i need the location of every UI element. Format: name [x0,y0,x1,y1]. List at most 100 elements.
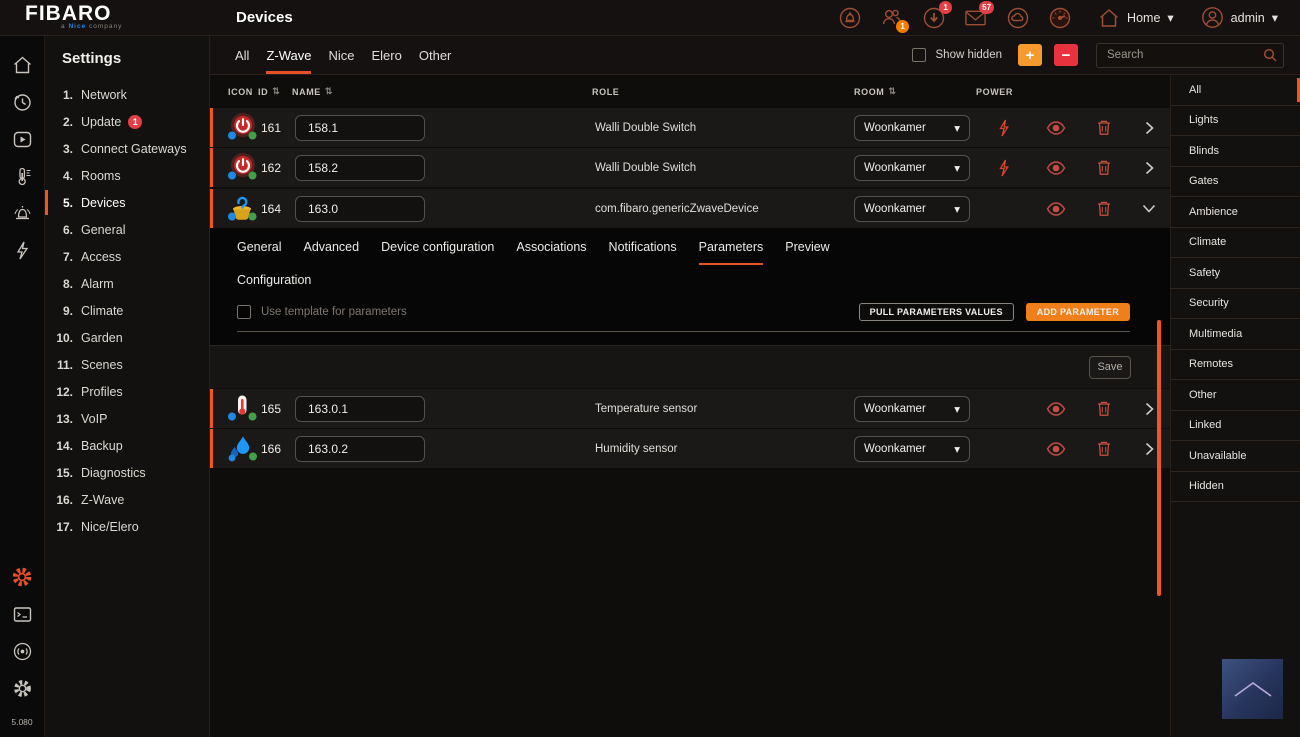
settings-item-voip[interactable]: 13.VoIP [45,405,209,432]
alarm-icon[interactable] [10,201,34,225]
detail-tab-device-configuration[interactable]: Device configuration [381,240,494,265]
room-select[interactable]: Woonkamer▾ [854,196,970,222]
category-lights[interactable]: Lights [1171,106,1300,137]
detail-tab-associations[interactable]: Associations [516,240,586,265]
category-safety[interactable]: Safety [1171,258,1300,289]
gauge-icon[interactable] [1048,6,1071,29]
category-multimedia[interactable]: Multimedia [1171,319,1300,350]
save-button[interactable]: Save [1089,356,1131,379]
detail-tab-advanced[interactable]: Advanced [303,240,359,265]
settings-item-climate[interactable]: 9.Climate [45,297,209,324]
alarm-panel-icon[interactable] [838,6,861,29]
mail-icon[interactable]: 57 [964,6,987,29]
system-gear-icon[interactable] [10,676,34,700]
chevron-down-icon: ▾ [954,402,960,416]
settings-item-profiles[interactable]: 12.Profiles [45,378,209,405]
settings-item-scenes[interactable]: 11.Scenes [45,351,209,378]
eye-icon[interactable] [1046,121,1066,135]
settings-item-rooms[interactable]: 4.Rooms [45,162,209,189]
settings-item-access[interactable]: 7.Access [45,243,209,270]
settings-item-backup[interactable]: 14.Backup [45,432,209,459]
chevron-right-icon[interactable] [1145,442,1154,456]
history-icon[interactable] [10,90,34,114]
cloud-icon[interactable] [1006,6,1029,29]
category-all[interactable]: All [1171,75,1300,106]
tab-nice[interactable]: Nice [328,36,354,74]
add-device-button[interactable]: + [1018,44,1042,66]
eye-icon[interactable] [1046,161,1066,175]
tab-other[interactable]: Other [419,36,452,74]
trash-icon[interactable] [1096,400,1112,417]
chevron-right-icon[interactable] [1145,121,1154,135]
settings-item-connect-gateways[interactable]: 3.Connect Gateways [45,135,209,162]
user-menu[interactable]: admin ▾ [1201,6,1278,29]
settings-item-zwave[interactable]: 16.Z-Wave [45,486,209,513]
category-security[interactable]: Security [1171,289,1300,320]
home-selector[interactable]: Home ▾ [1098,7,1174,29]
detail-tab-parameters[interactable]: Parameters [699,240,764,265]
update-icon[interactable]: 1 [922,6,945,29]
device-name-input[interactable] [295,155,425,181]
settings-item-nice-elero[interactable]: 17.Nice/Elero [45,513,209,540]
category-climate[interactable]: Climate [1171,228,1300,259]
category-unavailable[interactable]: Unavailable [1171,441,1300,472]
trash-icon[interactable] [1096,119,1112,136]
detail-tab-general[interactable]: General [237,240,281,265]
home-icon[interactable] [10,53,34,77]
room-select[interactable]: Woonkamer▾ [854,436,970,462]
settings-gear-icon[interactable] [10,565,34,589]
room-select[interactable]: Woonkamer▾ [854,396,970,422]
category-remotes[interactable]: Remotes [1171,350,1300,381]
scroll-to-top-button[interactable] [1222,659,1283,719]
settings-item-update[interactable]: 2.Update1 [45,108,209,135]
settings-item-garden[interactable]: 10.Garden [45,324,209,351]
tab-elero[interactable]: Elero [372,36,402,74]
chevron-right-icon[interactable] [1145,161,1154,175]
energy-icon[interactable] [10,238,34,262]
add-parameter-button[interactable]: ADD PARAMETER [1026,303,1130,321]
chevron-right-icon[interactable] [1145,402,1154,416]
detail-tab-preview[interactable]: Preview [785,240,829,265]
settings-item-devices[interactable]: 5.Devices [45,189,209,216]
room-select[interactable]: Woonkamer▾ [854,155,970,181]
chevron-up-icon[interactable] [1142,204,1156,213]
pull-parameters-button[interactable]: PULL PARAMETERS VALUES [859,303,1014,321]
room-select[interactable]: Woonkamer▾ [854,115,970,141]
category-other[interactable]: Other [1171,380,1300,411]
users-icon[interactable]: 1 [880,6,903,29]
settings-item-general[interactable]: 6.General [45,216,209,243]
use-template-checkbox[interactable] [237,305,251,319]
remove-device-button[interactable]: − [1054,44,1078,66]
trash-icon[interactable] [1096,440,1112,457]
device-name-input[interactable] [295,196,425,222]
category-ambience[interactable]: Ambience [1171,197,1300,228]
tab-all[interactable]: All [235,36,249,74]
tab-zwave[interactable]: Z-Wave [266,36,311,74]
device-name-input[interactable] [295,115,425,141]
device-name-input[interactable] [295,396,425,422]
eye-icon[interactable] [1046,202,1066,216]
header-name[interactable]: NAME⇅ [292,86,440,97]
device-name-input[interactable] [295,436,425,462]
header-room[interactable]: ROOM⇅ [844,86,976,97]
settings-item-network[interactable]: 1.Network [45,81,209,108]
climate-icon[interactable] [10,164,34,188]
search-input[interactable] [1096,43,1284,68]
network-icon[interactable] [10,639,34,663]
detail-tab-notifications[interactable]: Notifications [609,240,677,265]
settings-item-diagnostics[interactable]: 15.Diagnostics [45,459,209,486]
trash-icon[interactable] [1096,159,1112,176]
header-id[interactable]: ID⇅ [258,86,292,97]
console-icon[interactable] [10,602,34,626]
category-blinds[interactable]: Blinds [1171,136,1300,167]
settings-item-alarm[interactable]: 8.Alarm [45,270,209,297]
category-gates[interactable]: Gates [1171,167,1300,198]
trash-icon[interactable] [1096,200,1112,217]
scrollbar-thumb[interactable] [1157,320,1161,596]
show-hidden-checkbox[interactable] [912,48,926,62]
category-linked[interactable]: Linked [1171,411,1300,442]
media-icon[interactable] [10,127,34,151]
category-hidden[interactable]: Hidden [1171,472,1300,503]
eye-icon[interactable] [1046,442,1066,456]
eye-icon[interactable] [1046,402,1066,416]
